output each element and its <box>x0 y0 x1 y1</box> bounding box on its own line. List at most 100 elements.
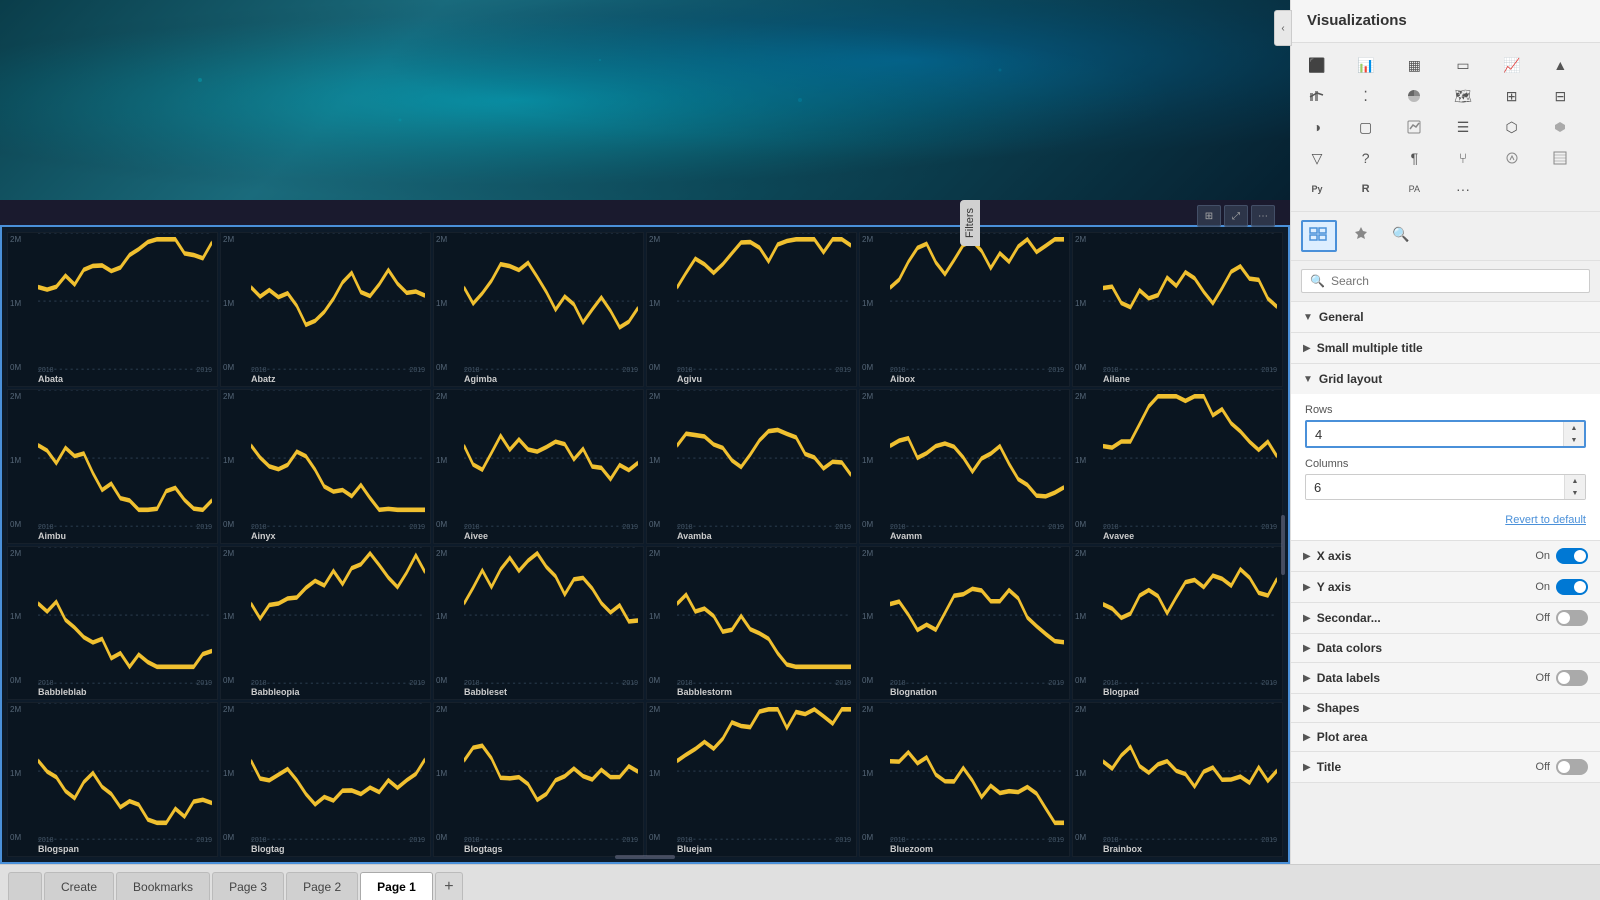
search-input[interactable] <box>1331 274 1581 288</box>
x-axis-chevron-icon: ▶ <box>1303 551 1311 562</box>
chart-cell: 2M1M0M20182019Avamba <box>646 389 857 544</box>
shapes-chevron-icon: ▶ <box>1303 703 1311 714</box>
viz-icon-qna[interactable]: ? <box>1350 144 1382 172</box>
vertical-scrollbar[interactable] <box>1281 515 1285 575</box>
columns-container: Columns ▲ ▼ <box>1305 458 1586 500</box>
viz-icon-gauge[interactable]: ◑ <box>1301 113 1333 141</box>
rows-spinner-down[interactable]: ▼ <box>1564 434 1584 446</box>
tab-item-create[interactable]: Create <box>44 872 114 900</box>
horizontal-scrollbar[interactable] <box>615 855 675 859</box>
columns-input[interactable] <box>1306 476 1564 499</box>
data-labels-label: Data labels <box>1317 671 1536 685</box>
grid-layout-header[interactable]: ▼ Grid layout <box>1291 364 1600 394</box>
chart-label: Avamba <box>677 531 712 541</box>
viz-icon-map[interactable]: 🗺 <box>1447 82 1479 110</box>
x-axis-toggle[interactable] <box>1556 548 1588 564</box>
tab-item-empty[interactable] <box>8 872 42 900</box>
expand-btn[interactable]: ⤢ <box>1224 205 1248 227</box>
viz-icon-r[interactable]: R <box>1350 175 1382 203</box>
chart-cell: 2M1M0M20182019Aibox <box>859 232 1070 387</box>
tab-add-button[interactable]: + <box>435 872 463 900</box>
viz-icon-card[interactable]: ▢ <box>1350 113 1382 141</box>
viz-icon-key-influencers[interactable] <box>1496 144 1528 172</box>
viz-icon-decomp-tree[interactable]: ⑂ <box>1447 144 1479 172</box>
chart-cell: 2M1M0M20182019Babbleblab <box>7 546 218 701</box>
tab-item-page3[interactable]: Page 3 <box>212 872 284 900</box>
columns-spinner-up[interactable]: ▲ <box>1565 475 1585 487</box>
title-label: Title <box>1317 760 1536 774</box>
more-options-btn[interactable]: ⋯ <box>1251 205 1275 227</box>
grid-layout-chevron-icon: ▼ <box>1303 374 1313 385</box>
chart-label: Babblestorm <box>677 687 732 697</box>
filters-tab[interactable]: Filters <box>960 200 980 246</box>
viz-icon-table[interactable]: ⊞ <box>1496 82 1528 110</box>
viz-icon-funnel[interactable]: ▽ <box>1301 144 1333 172</box>
data-labels-row: ▶ Data labels Off <box>1291 663 1600 694</box>
viz-icons-row-1: ⬛ 📊 ▦ ▭ 📈 ▲ ⁚ 🗺 ⊞ ⊟ ◑ ▢ ☰ ⬡ <box>1291 43 1600 212</box>
y-axis-toggle[interactable] <box>1556 579 1588 595</box>
viz-icon-filled-map[interactable] <box>1544 113 1576 141</box>
chart-label: Blognation <box>890 687 937 697</box>
tab-item-page2[interactable]: Page 2 <box>286 872 358 900</box>
y-axis-toggle-knob <box>1574 581 1586 593</box>
revert-to-default-btn[interactable]: Revert to default <box>1305 510 1586 530</box>
viz-icon-choropleth[interactable]: ⬡ <box>1496 113 1528 141</box>
viz-icon-kpi[interactable] <box>1398 113 1430 141</box>
viz-icon-matrix[interactable]: ⊟ <box>1544 82 1576 110</box>
general-header[interactable]: ▼ General <box>1291 302 1600 332</box>
chart-cell: 2M1M0M20182019Aivee <box>433 389 644 544</box>
small-multiple-title-header[interactable]: ▶ Small multiple title <box>1291 333 1600 363</box>
viz-icon-clustered-bar[interactable]: ▭ <box>1447 51 1479 79</box>
viz-icon-area[interactable]: ▲ <box>1544 51 1576 79</box>
search-box[interactable]: 🔍 <box>1301 269 1590 293</box>
viz-icon-line[interactable]: 📈 <box>1496 51 1528 79</box>
viz-icon-more[interactable]: ··· <box>1447 175 1479 203</box>
viz-icon-paginated[interactable] <box>1544 144 1576 172</box>
viz-icon-stacked-bar[interactable]: ⬛ <box>1301 51 1333 79</box>
secondary-toggle[interactable] <box>1556 610 1588 626</box>
viz-icon-scatter[interactable]: ⁚ <box>1350 82 1382 110</box>
chart-cell: 2M1M0M20182019Blogtag <box>220 702 431 857</box>
viz-icon-slicer[interactable]: ☰ <box>1447 113 1479 141</box>
viz-icon-power-apps[interactable]: PA <box>1398 175 1430 203</box>
columns-input-row: ▲ ▼ <box>1305 474 1586 500</box>
viz-icon-analytics[interactable]: 🔍 <box>1385 220 1417 248</box>
viz-icon-format[interactable] <box>1345 220 1377 248</box>
chart-cell: 2M1M0M20182019Agimba <box>433 232 644 387</box>
grid-layout-label: Grid layout <box>1319 372 1588 386</box>
y-axis-row: ▶ Y axis On <box>1291 572 1600 603</box>
viz-icon-smart-narrative[interactable]: ¶ <box>1398 144 1430 172</box>
active-viz-icon-small-multiple[interactable] <box>1301 220 1337 252</box>
small-multiple-title-section: ▶ Small multiple title <box>1291 333 1600 364</box>
chart-label: Avamm <box>890 531 922 541</box>
y-axis-status: On <box>1535 581 1550 593</box>
chart-cell: 2M1M0M20182019Blogpad <box>1072 546 1283 701</box>
rows-input[interactable] <box>1307 423 1563 446</box>
focus-mode-btn[interactable]: ⊞ <box>1197 205 1221 227</box>
shapes-label: Shapes <box>1317 701 1588 715</box>
plot-area-chevron-icon: ▶ <box>1303 732 1311 743</box>
chart-label: Abata <box>38 374 63 384</box>
data-colors-chevron-icon: ▶ <box>1303 643 1311 654</box>
charts-grid: 2M1M0M20182019Abata2M1M0M20182019Abatz2M… <box>2 227 1288 862</box>
tab-item-bookmarks[interactable]: Bookmarks <box>116 872 210 900</box>
data-labels-toggle[interactable] <box>1556 670 1588 686</box>
rows-spinners: ▲ ▼ <box>1563 422 1584 446</box>
columns-spinner-down[interactable]: ▼ <box>1565 487 1585 499</box>
viz-icon-pie[interactable] <box>1398 82 1430 110</box>
viz-icon-bar[interactable]: 📊 <box>1350 51 1382 79</box>
viz-icon-python[interactable]: Py <box>1301 175 1333 203</box>
viz-icon-100bar[interactable]: ▦ <box>1398 51 1430 79</box>
tab-item-page1[interactable]: Page 1 <box>360 872 433 900</box>
title-toggle-knob <box>1558 761 1570 773</box>
panel-collapse-button[interactable]: ‹ <box>1274 10 1292 46</box>
data-colors-row: ▶ Data colors <box>1291 634 1600 663</box>
rows-spinner-up[interactable]: ▲ <box>1564 422 1584 434</box>
title-toggle[interactable] <box>1556 759 1588 775</box>
data-labels-status: Off <box>1536 672 1550 684</box>
x-axis-toggle-knob <box>1574 550 1586 562</box>
chart-label: Blogtags <box>464 844 503 854</box>
viz-icon-combo[interactable] <box>1301 82 1333 110</box>
chart-label: Babbleset <box>464 687 507 697</box>
chart-label: Aimbu <box>38 531 66 541</box>
